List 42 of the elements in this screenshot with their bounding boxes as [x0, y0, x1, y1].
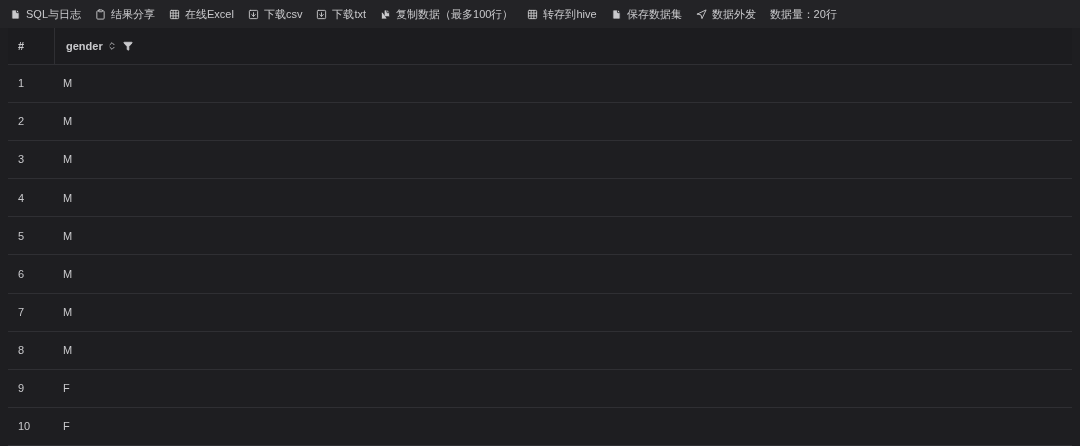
download-icon [316, 8, 328, 20]
grid-icon [527, 8, 539, 20]
table-cell: M [63, 77, 73, 90]
filter-icon[interactable] [122, 41, 133, 51]
clipboard-icon [95, 8, 106, 20]
grid-icon [169, 8, 180, 20]
table-cell: F [63, 382, 70, 395]
row-number: 4 [18, 191, 25, 204]
table-cell: M [63, 229, 73, 242]
row-count: 数据量：20行 [769, 6, 837, 22]
row-number: 6 [18, 267, 25, 280]
toolbar-button[interactable]: 在线Excel [169, 5, 234, 23]
row-number: 1 [18, 77, 25, 90]
toolbar-button[interactable]: 结果分享 [95, 5, 155, 23]
toolbar-button[interactable]: 转存到hive [527, 5, 597, 23]
toolbar-button[interactable]: 复制数据（最多100行） [380, 5, 514, 23]
download-icon [247, 8, 259, 20]
table-cell: M [63, 343, 73, 356]
toolbar-button[interactable]: SQL与日志 [10, 5, 81, 23]
row-number: 3 [18, 153, 25, 166]
file-icon [10, 8, 21, 20]
table-cell: M [63, 153, 73, 166]
table-cell: M [63, 267, 73, 280]
column-header: gender [66, 38, 103, 54]
table-cell: M [63, 191, 73, 204]
column-header: # [18, 38, 25, 54]
row-number: 8 [18, 343, 25, 356]
file-icon [610, 8, 622, 20]
row-number: 10 [18, 420, 31, 433]
row-number: 2 [18, 115, 25, 128]
toolbar-button[interactable]: 下载txt [316, 5, 367, 23]
row-number: 5 [18, 229, 25, 242]
row-number: 9 [18, 382, 25, 395]
toolbar-button[interactable]: 保存数据集 [610, 5, 682, 23]
send-icon [695, 8, 707, 20]
sort-icon[interactable] [106, 41, 117, 51]
row-number: 7 [18, 305, 25, 318]
table-cell: F [63, 420, 70, 433]
table-cell: M [63, 115, 73, 128]
table-cell: M [63, 305, 73, 318]
toolbar-button[interactable]: 数据外发 [695, 5, 756, 23]
toolbar-button[interactable]: 下载csv [247, 5, 303, 23]
